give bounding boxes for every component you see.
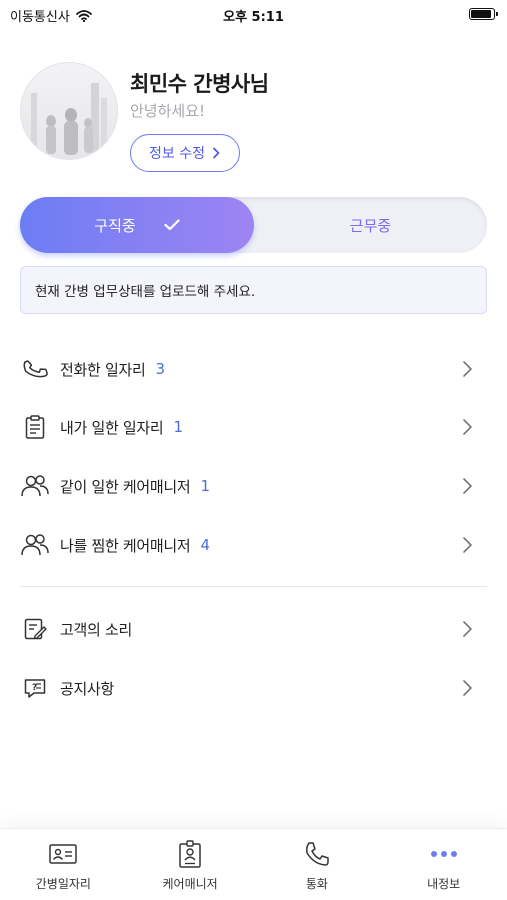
tab-label: 케어매니저	[162, 877, 218, 891]
battery-icon	[469, 8, 498, 20]
menu-item-worked-jobs[interactable]: 내가 일한 일자리 1	[20, 398, 487, 456]
notice-text: 현재 간병 업무상태를 업로드해 주세요.	[35, 284, 256, 300]
seeking-option[interactable]: 구직중	[20, 197, 254, 253]
work-status-toggle: 구직중 근무중	[20, 197, 487, 253]
menu-label: 전화한 일자리	[60, 360, 146, 379]
menu-count: 1	[200, 477, 210, 495]
chevron-right-icon	[463, 361, 472, 377]
menu-count: 1	[173, 418, 183, 436]
badge-icon	[175, 839, 205, 869]
chevron-right-icon	[463, 478, 472, 494]
tab-label: 간병일자리	[35, 877, 91, 891]
people-icon	[20, 471, 50, 501]
tab-care-jobs[interactable]: 간병일자리	[0, 829, 127, 900]
id-card-icon	[48, 839, 78, 869]
chevron-right-icon	[213, 147, 220, 159]
user-name: 최민수 간병사님	[130, 72, 269, 96]
menu-item-called-jobs[interactable]: 전화한 일자리 3	[20, 340, 487, 398]
menu-divider	[20, 586, 487, 587]
working-label: 근무중	[349, 216, 392, 235]
check-icon	[164, 219, 180, 231]
menu-count: 3	[155, 360, 166, 378]
menu-label: 고객의 소리	[60, 620, 132, 639]
clock: 오후 5:11	[223, 10, 284, 25]
question-chat-icon: ?	[20, 673, 50, 703]
phone-outline-icon	[20, 354, 50, 384]
edit-profile-label: 정보 수정	[149, 146, 205, 162]
avatar[interactable]	[20, 62, 118, 160]
tab-call[interactable]: 통화	[254, 829, 381, 900]
greeting-text: 안녕하세요!	[130, 102, 206, 120]
chevron-right-icon	[463, 621, 472, 637]
more-dots-icon	[429, 839, 459, 869]
seeking-label: 구직중	[94, 216, 136, 235]
phone-icon	[302, 839, 332, 869]
menu-count: 4	[200, 536, 210, 554]
menu-label: 같이 일한 케어매니저	[60, 477, 191, 496]
edit-note-icon	[20, 614, 50, 644]
people-icon	[20, 530, 50, 560]
status-notice: 현재 간병 업무상태를 업로드해 주세요.	[20, 266, 487, 314]
menu-item-customer-voice[interactable]: 고객의 소리	[20, 600, 487, 658]
menu-label: 내가 일한 일자리	[60, 418, 164, 437]
menu-item-worked-managers[interactable]: 같이 일한 케어매니저 1	[20, 457, 487, 515]
working-option[interactable]: 근무중	[254, 197, 487, 253]
menu-label: 공지사항	[60, 679, 115, 698]
clipboard-icon	[20, 412, 50, 442]
edit-profile-button[interactable]: 정보 수정	[130, 134, 240, 172]
chevron-right-icon	[463, 419, 472, 435]
tab-care-managers[interactable]: 케어매니저	[127, 829, 254, 900]
tab-label: 통화	[305, 877, 328, 891]
tab-my-info[interactable]: 내정보	[380, 829, 507, 900]
chevron-right-icon	[463, 537, 472, 553]
menu-item-liked-by-managers[interactable]: 나를 찜한 케어매니저 4	[20, 516, 487, 574]
tab-label: 내정보	[427, 877, 461, 891]
chevron-right-icon	[463, 680, 472, 696]
status-bar: 이동통신사 오후 5:11	[0, 0, 507, 30]
menu-item-notices[interactable]: ? 공지사항	[20, 659, 487, 717]
bottom-tab-bar: 간병일자리 케어매니저 통화 내정보	[0, 828, 507, 900]
profile-section: 최민수 간병사님 안녕하세요! 정보 수정	[20, 62, 487, 177]
menu-label: 나를 찜한 케어매니저	[60, 536, 191, 555]
